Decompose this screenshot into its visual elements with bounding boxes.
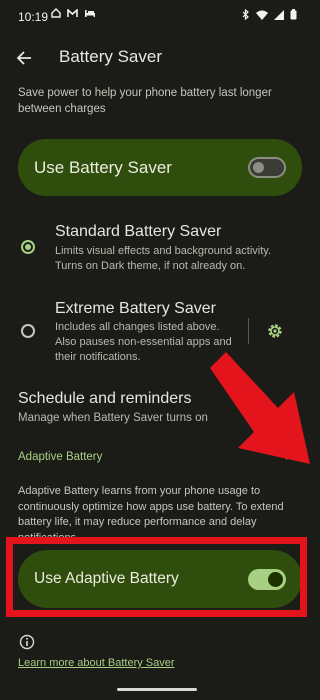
signal-icon [274,9,284,20]
info-icon [19,634,35,650]
adaptive-battery-header[interactable]: Adaptive Battery [18,451,102,463]
gesture-home-bar[interactable] [117,688,197,691]
extreme-battery-saver-title[interactable]: Extreme Battery Saver [55,300,216,318]
gmail-icon [67,8,78,17]
home-icon [51,8,61,18]
status-time: 10:19 [18,10,49,24]
learn-more-link[interactable]: Learn more about Battery Saver [18,657,175,669]
arrow-back-icon [16,51,31,65]
schedule-reminders-subtitle: Manage when Battery Saver turns on [18,412,208,424]
battery-saver-switch[interactable] [248,157,286,178]
extreme-battery-saver-radio[interactable] [21,324,35,338]
red-highlight-box [6,537,307,617]
schedule-reminders-title[interactable]: Schedule and reminders [18,390,191,408]
use-battery-saver-label: Use Battery Saver [34,157,172,177]
standard-battery-saver-title[interactable]: Standard Battery Saver [55,223,221,241]
battery-icon [290,9,297,20]
battery-saver-description: Save power to help your phone battery la… [18,87,272,115]
status-icons-left [51,8,96,18]
wifi-icon [256,10,268,20]
standard-battery-saver-subtitle: Limits visual effects and background act… [55,245,272,272]
gear-icon [268,324,282,338]
use-battery-saver-toggle-row[interactable]: Use Battery Saver [18,139,302,196]
extreme-settings-button[interactable] [266,322,284,340]
status-icons-right [242,9,297,20]
vertical-divider [248,318,249,344]
red-arrow-annotation [210,352,310,464]
page-title: Battery Saver [59,47,162,66]
back-button[interactable] [12,46,36,70]
bluetooth-icon [242,9,249,20]
bed-icon [85,9,95,17]
standard-battery-saver-radio[interactable] [21,240,35,254]
